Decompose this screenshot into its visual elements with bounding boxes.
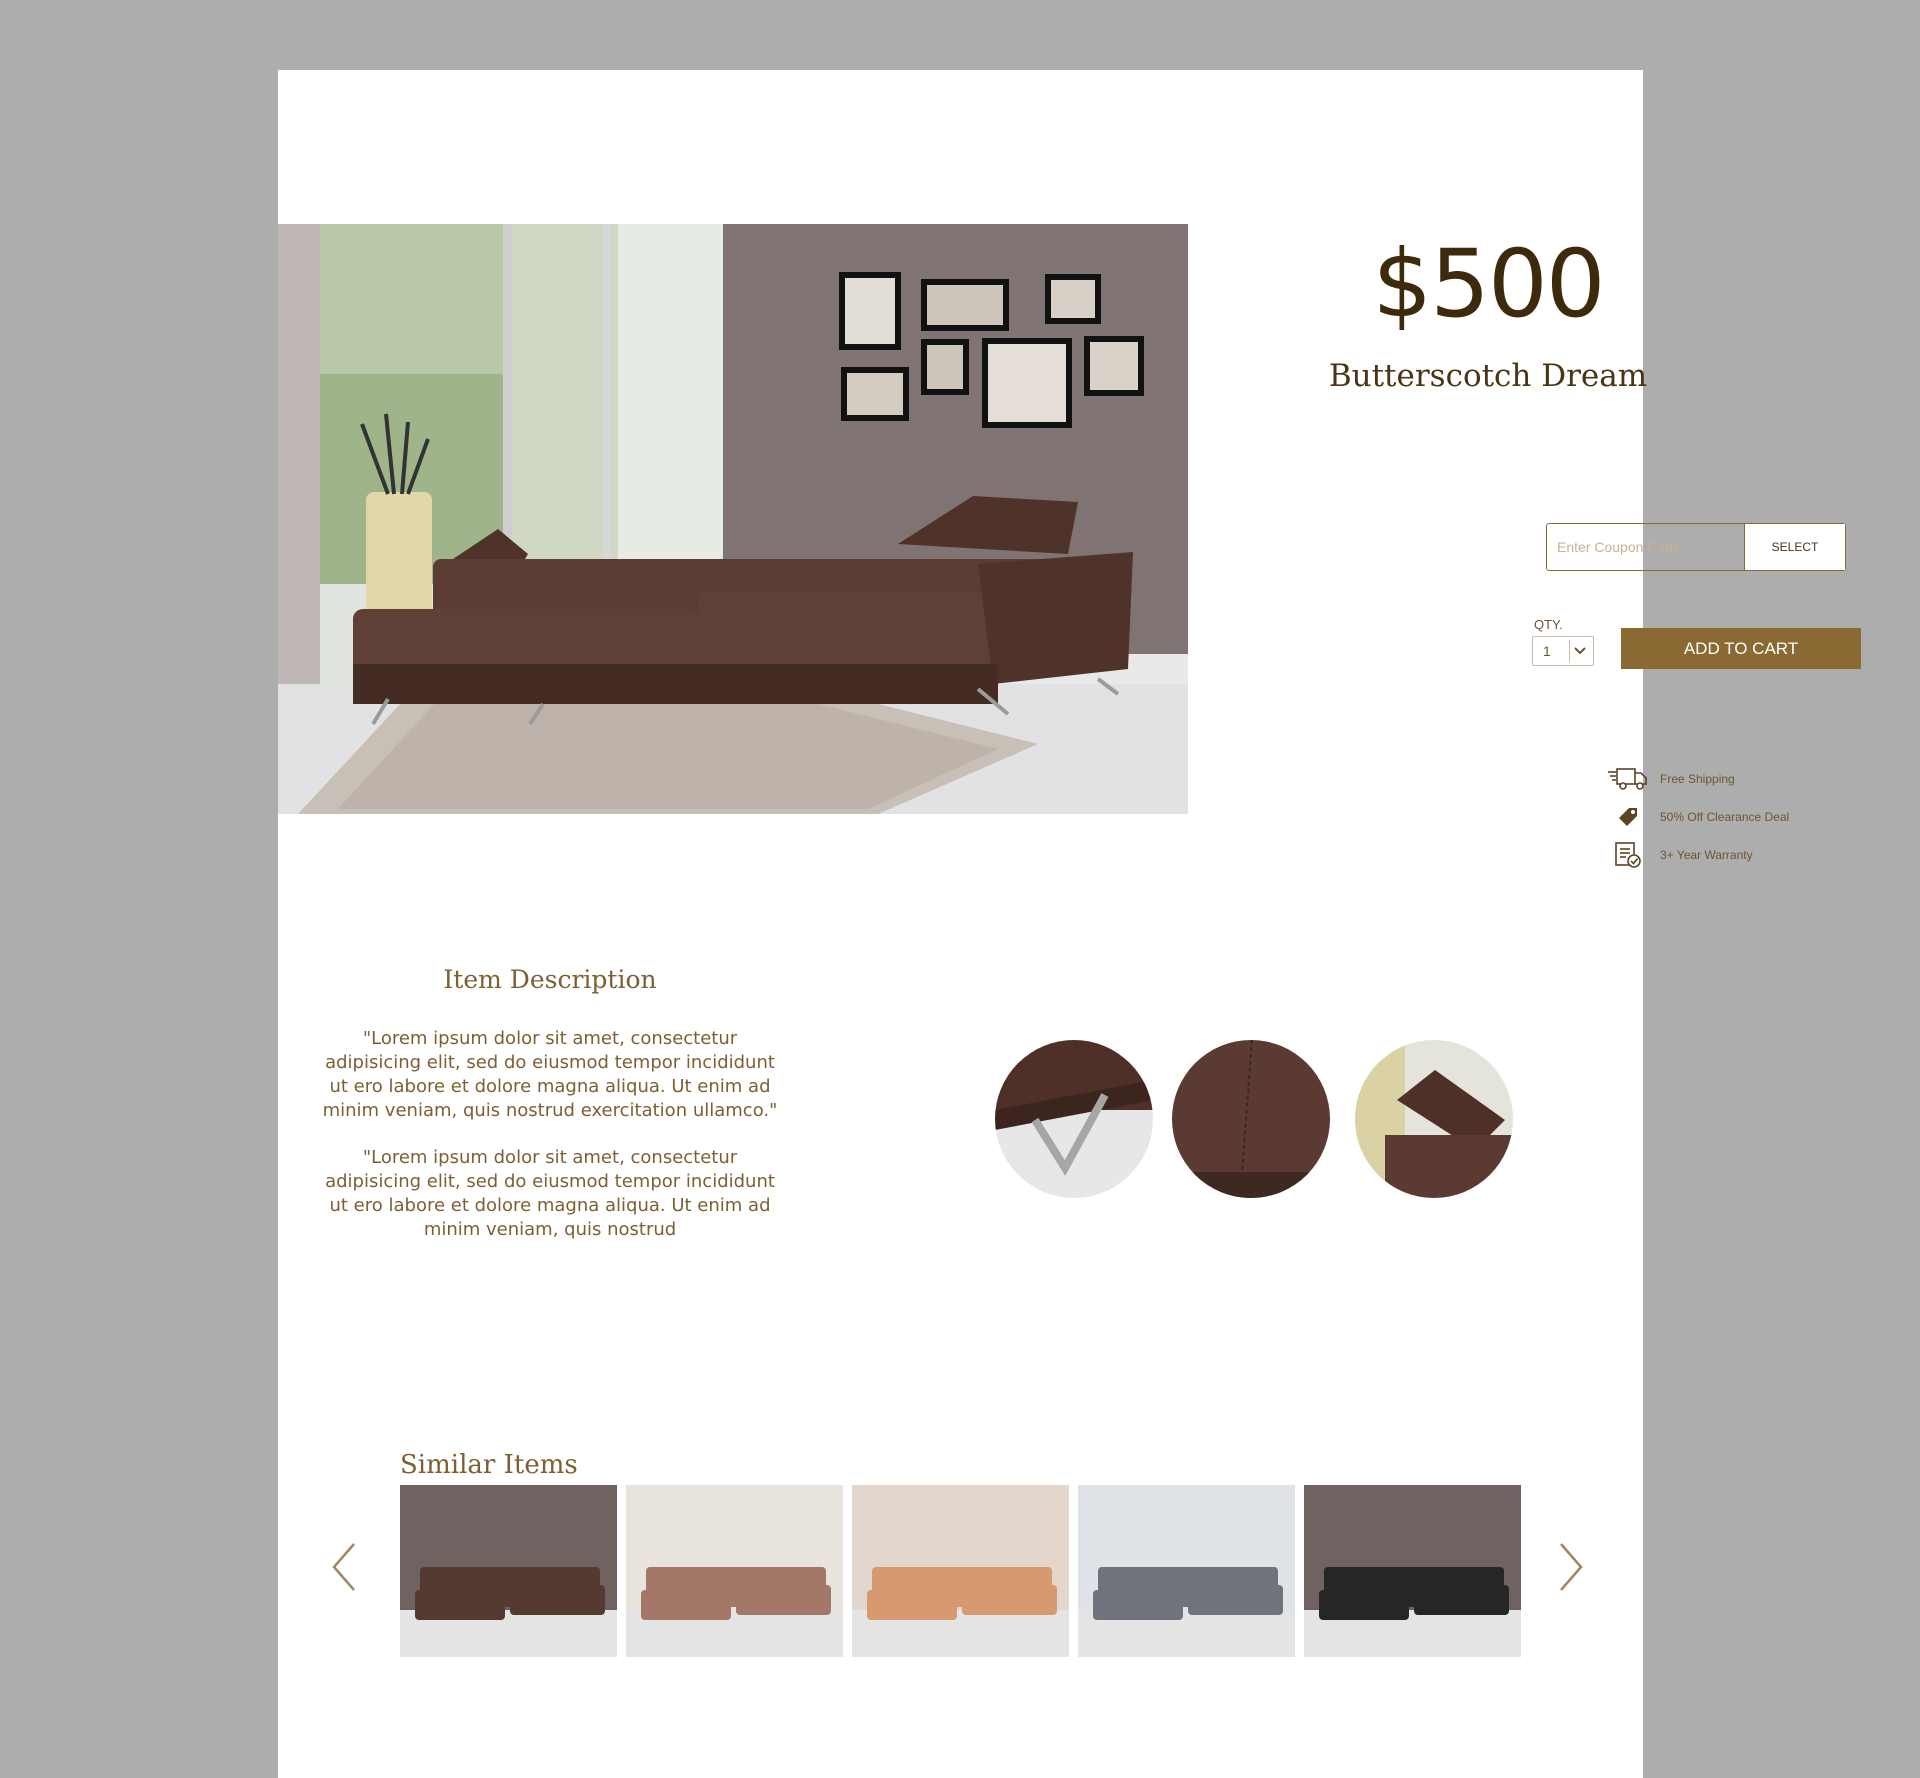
product-price: $500 xyxy=(1372,230,1605,339)
perk-warranty: 3+ Year Warranty xyxy=(1608,836,1848,874)
price-tag-icon xyxy=(1608,802,1648,832)
warranty-certificate-icon xyxy=(1608,840,1648,870)
quantity-value: 1 xyxy=(1543,643,1551,659)
detail-thumbnail-leather[interactable] xyxy=(1172,1040,1330,1198)
chevron-right-icon[interactable] xyxy=(1555,1542,1585,1592)
quantity-select[interactable]: 1 xyxy=(1532,636,1594,666)
detail-thumbnail-headrest[interactable] xyxy=(1355,1040,1513,1198)
similar-item-card[interactable] xyxy=(1078,1485,1295,1657)
item-description-title: Item Description xyxy=(443,965,657,994)
detail-thumbnail-leg[interactable] xyxy=(995,1040,1153,1198)
perk-label: Free Shipping xyxy=(1660,772,1735,786)
item-description-paragraph: "Lorem ipsum dolor sit amet, consectetur… xyxy=(325,1147,775,1240)
coupon-code-input[interactable] xyxy=(1547,524,1744,570)
chevron-left-icon[interactable] xyxy=(330,1542,360,1592)
perk-free-shipping: Free Shipping xyxy=(1608,760,1848,798)
truck-icon xyxy=(1608,764,1648,794)
quantity-label: QTY. xyxy=(1534,617,1563,632)
perk-clearance-deal: 50% Off Clearance Deal xyxy=(1608,798,1848,836)
coupon-select-button[interactable]: SELECT xyxy=(1744,524,1845,570)
similar-item-card[interactable] xyxy=(400,1485,617,1657)
coupon-form: SELECT xyxy=(1546,523,1846,571)
perk-label: 3+ Year Warranty xyxy=(1660,848,1753,862)
similar-items-title: Similar Items xyxy=(400,1450,578,1480)
similar-item-card[interactable] xyxy=(852,1485,1069,1657)
item-description-paragraph: "Lorem ipsum dolor sit amet, consectetur… xyxy=(322,1028,778,1121)
perks-list: Free Shipping 50% Off Clearance Deal 3+ … xyxy=(1608,760,1848,874)
detail-thumbnails xyxy=(995,1040,1525,1200)
similar-item-card[interactable] xyxy=(1304,1485,1521,1657)
perk-label: 50% Off Clearance Deal xyxy=(1660,810,1790,824)
similar-items-carousel xyxy=(330,1480,1600,1660)
product-main-image xyxy=(278,224,1188,814)
similar-item-card[interactable] xyxy=(626,1485,843,1657)
product-name: Butterscotch Dream xyxy=(1328,358,1648,394)
add-to-cart-button[interactable]: ADD TO CART xyxy=(1621,628,1861,669)
chevron-down-icon xyxy=(1569,640,1590,662)
